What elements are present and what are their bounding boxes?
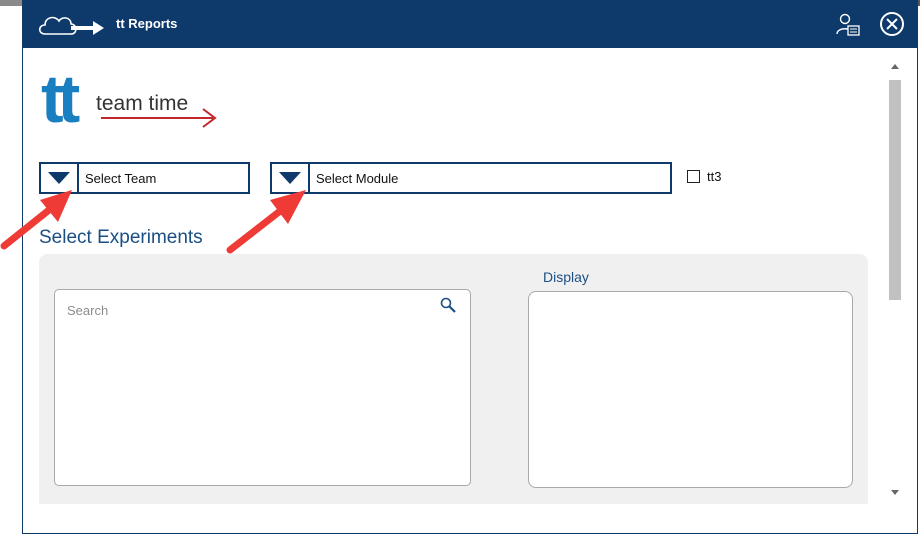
dropdown-triangle-icon: [279, 172, 301, 184]
tt3-label: tt3: [707, 169, 722, 184]
select-module-dropdown[interactable]: Select Module: [270, 162, 672, 194]
search-input[interactable]: [65, 298, 429, 322]
scroll-up-arrow-icon[interactable]: [891, 64, 899, 69]
logo-text: team time: [96, 92, 188, 115]
module-dropdown-button[interactable]: [272, 164, 310, 192]
tt3-option: tt3: [687, 169, 721, 184]
scroll-down-arrow-icon[interactable]: [891, 490, 899, 495]
search-list-box[interactable]: [54, 289, 471, 486]
search-icon[interactable]: [440, 297, 456, 313]
user-card-icon[interactable]: [835, 12, 861, 38]
experiments-panel: Display: [39, 254, 868, 504]
cloud-arrow-icon: [38, 16, 104, 35]
reports-window: tt Reports tt team time Select Team Sele…: [22, 0, 918, 534]
select-team-dropdown[interactable]: Select Team: [39, 162, 250, 194]
select-module-label: Select Module: [316, 170, 399, 186]
dropdown-triangle-icon: [48, 172, 70, 184]
display-list-box[interactable]: [528, 291, 853, 488]
logo-letters: tt: [41, 62, 80, 132]
team-time-logo: tt team time: [41, 62, 217, 132]
tt3-checkbox[interactable]: [687, 170, 700, 183]
select-experiments-title: Select Experiments: [39, 227, 203, 248]
display-label: Display: [543, 269, 589, 285]
team-dropdown-button[interactable]: [41, 164, 79, 192]
app-title: tt Reports: [116, 16, 178, 31]
scroll-thumb[interactable]: [889, 80, 901, 300]
close-icon[interactable]: [879, 11, 905, 37]
select-team-label: Select Team: [85, 170, 157, 186]
vertical-scrollbar[interactable]: [887, 62, 903, 504]
title-bar: tt Reports: [23, 0, 917, 48]
